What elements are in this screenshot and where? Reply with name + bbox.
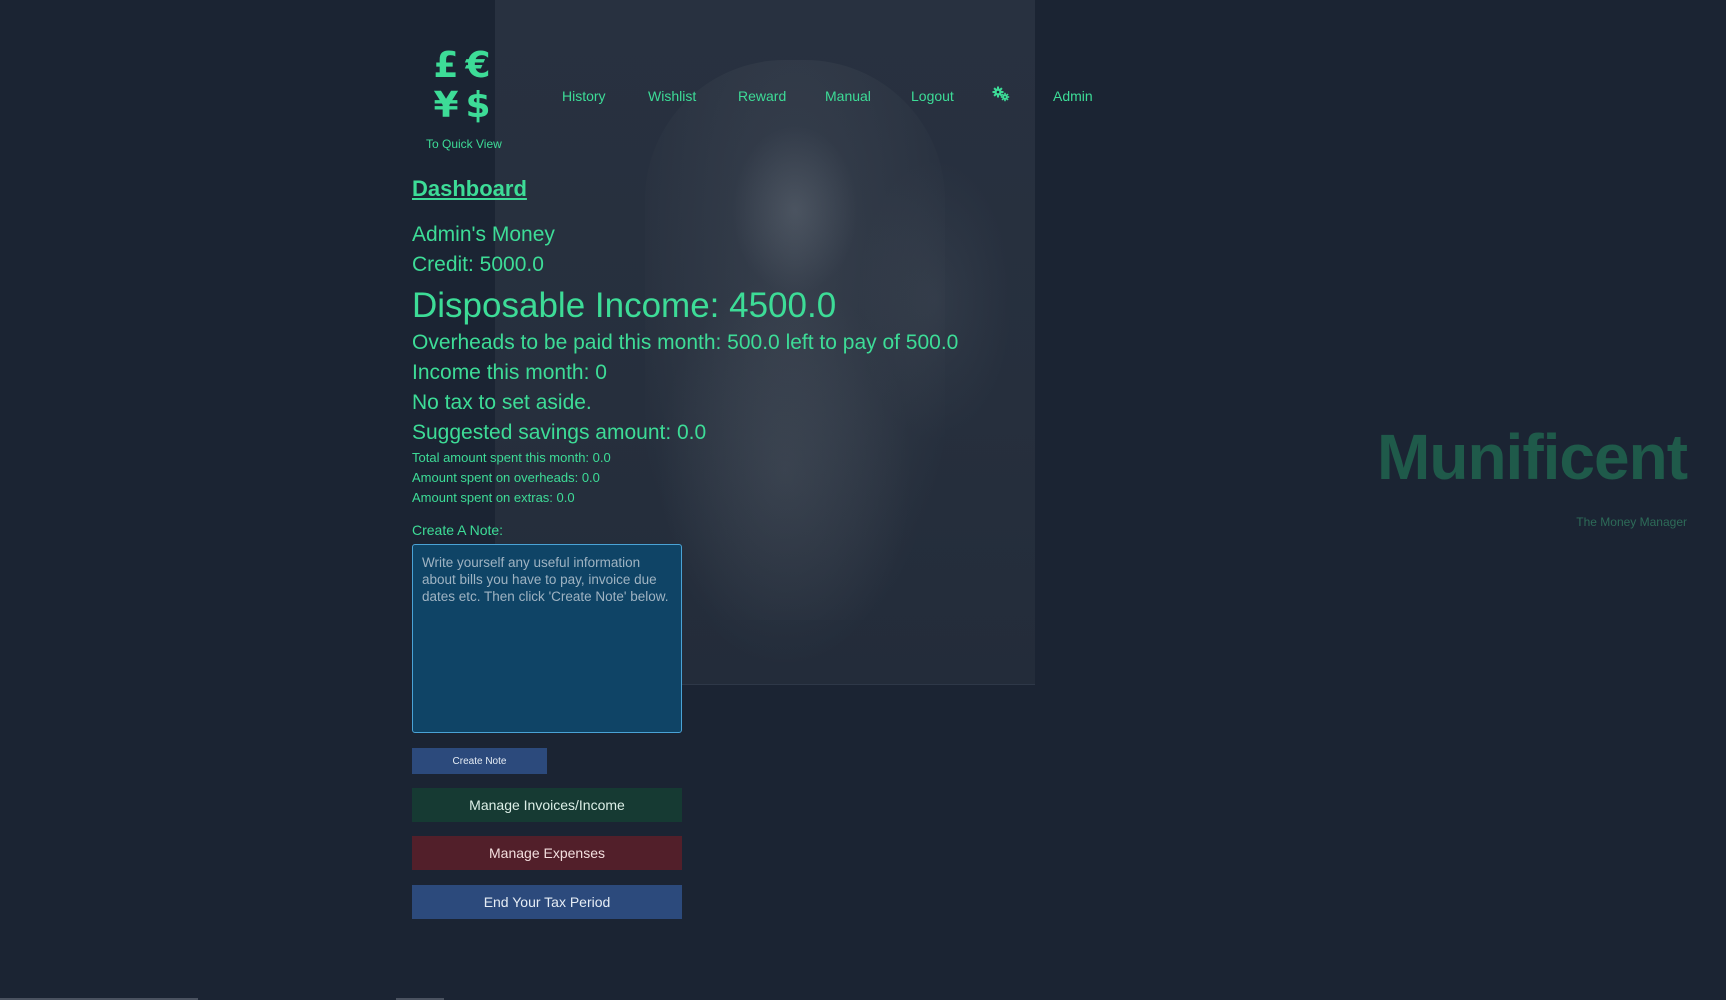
note-textarea[interactable] [412, 544, 682, 733]
euro-symbol: € [465, 45, 491, 86]
suggested-savings: Suggested savings amount: 0.0 [412, 421, 707, 444]
yen-symbol: ¥ [433, 85, 459, 126]
nav-wishlist[interactable]: Wishlist [648, 88, 696, 104]
pound-symbol: £ [433, 45, 459, 86]
nav-history[interactable]: History [562, 88, 606, 104]
nav-manual[interactable]: Manual [825, 88, 871, 104]
spent-on-overheads: Amount spent on overheads: 0.0 [412, 470, 600, 485]
dashboard-content: Dashboard Admin's Money Credit: 5000.0 D… [412, 176, 1012, 919]
manage-invoices-button[interactable]: Manage Invoices/Income [412, 788, 682, 822]
nav-reward[interactable]: Reward [738, 88, 786, 104]
manage-expenses-button[interactable]: Manage Expenses [412, 836, 682, 870]
nav-admin[interactable]: Admin [1053, 88, 1093, 104]
quick-view-link[interactable]: To Quick View [426, 137, 502, 151]
dashboard-title-link[interactable]: Dashboard [412, 176, 1012, 202]
brand-tagline: The Money Manager [1576, 515, 1687, 529]
overheads-info: Overheads to be paid this month: 500.0 l… [412, 331, 959, 354]
owner-money: Admin's Money [412, 223, 555, 246]
nav-logout[interactable]: Logout [911, 88, 954, 104]
gears-svg [992, 86, 1010, 102]
currency-logo[interactable]: £ € ¥ $ [430, 48, 494, 128]
tax-info: No tax to set aside. [412, 391, 592, 414]
disposable-income: Disposable Income: 4500.0 [412, 286, 837, 325]
income-this-month: Income this month: 0 [412, 361, 607, 384]
credit-value: Credit: 5000.0 [412, 253, 544, 276]
create-note-label: Create A Note: [412, 522, 504, 538]
total-spent: Total amount spent this month: 0.0 [412, 450, 611, 465]
spent-on-extras: Amount spent on extras: 0.0 [412, 490, 575, 505]
gears-icon[interactable] [992, 86, 1010, 105]
dollar-symbol: $ [465, 85, 491, 126]
end-tax-period-button[interactable]: End Your Tax Period [412, 885, 682, 919]
create-note-button[interactable]: Create Note [412, 748, 547, 774]
brand-name: Munificent [1377, 421, 1688, 493]
